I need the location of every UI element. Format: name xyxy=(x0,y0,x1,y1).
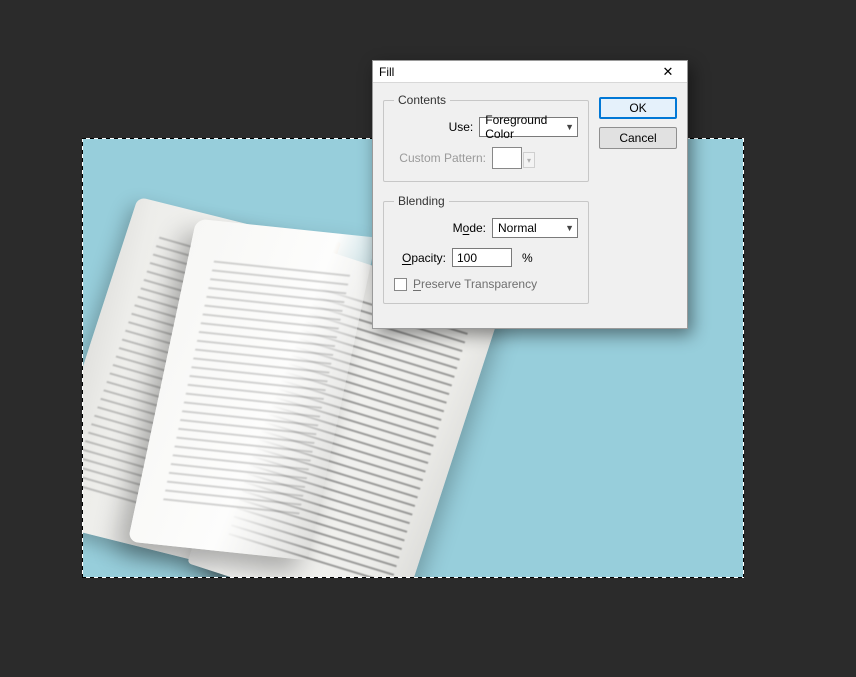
contents-group: Contents Use: Foreground Color ▼ Custom … xyxy=(383,93,589,182)
chevron-down-icon: ▼ xyxy=(565,122,574,132)
use-select[interactable]: Foreground Color ▼ xyxy=(479,117,578,137)
dialog-titlebar[interactable]: Fill ✕ xyxy=(373,61,687,83)
use-select-value: Foreground Color xyxy=(485,113,565,141)
blending-legend: Blending xyxy=(394,194,449,208)
close-icon: ✕ xyxy=(663,65,674,78)
preserve-transparency-checkbox[interactable] xyxy=(394,278,407,291)
mode-select[interactable]: Normal ▼ xyxy=(492,218,578,238)
opacity-input[interactable] xyxy=(452,248,512,267)
close-button[interactable]: ✕ xyxy=(653,63,683,81)
custom-pattern-label: Custom Pattern: xyxy=(394,151,486,165)
opacity-unit: % xyxy=(522,251,533,265)
ok-button[interactable]: OK xyxy=(599,97,677,119)
pattern-dropdown-icon: ▾ xyxy=(523,152,535,168)
use-label: Use: xyxy=(394,120,473,134)
cancel-button[interactable]: Cancel xyxy=(599,127,677,149)
fill-dialog: Fill ✕ Contents Use: Foreground Color ▼ … xyxy=(372,60,688,329)
dialog-title: Fill xyxy=(379,65,394,79)
contents-legend: Contents xyxy=(394,93,450,107)
mode-select-value: Normal xyxy=(498,221,537,235)
opacity-label: Opacity: xyxy=(394,251,446,265)
mode-label: Mode: xyxy=(394,221,486,235)
custom-pattern-swatch: ▾ xyxy=(492,147,522,169)
preserve-transparency-label: Preserve Transparency xyxy=(413,277,537,291)
chevron-down-icon: ▼ xyxy=(565,223,574,233)
blending-group: Blending Mode: Normal ▼ Opacity: % xyxy=(383,194,589,304)
